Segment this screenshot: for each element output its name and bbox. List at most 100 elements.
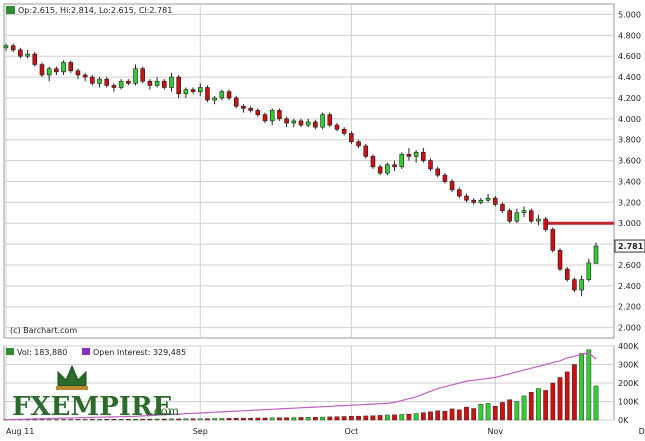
- candle-body: [183, 89, 189, 95]
- volume-bar: [593, 385, 599, 421]
- candle-body: [572, 279, 577, 291]
- price-tick-label: 4.000: [618, 115, 641, 124]
- price-tick-label: 2.400: [618, 282, 641, 291]
- x-axis-label: Dec: [639, 427, 645, 436]
- candle-body: [176, 76, 181, 95]
- volume-bar: [579, 353, 584, 421]
- volume-bar: [550, 382, 556, 421]
- logo-text: FXEMPIRE: [12, 392, 172, 422]
- candle-body: [550, 229, 556, 251]
- volume-tick-label: 400K: [618, 342, 639, 351]
- ohlc-header-swatch: [6, 6, 15, 14]
- candle-body: [10, 45, 16, 51]
- candle-body: [190, 89, 196, 92]
- chart-container: 5.000 4.800 4.600 4.400 4.200 4.000 3.800 3.600…: [0, 0, 645, 441]
- candle-body: [39, 64, 45, 76]
- oi-legend-text: Open Interest: 329,485: [93, 348, 186, 357]
- candle-body: [90, 76, 95, 84]
- volume-bar: [313, 417, 318, 421]
- volume-bar: [219, 418, 225, 421]
- candle-body: [133, 68, 138, 84]
- candle-body: [262, 114, 268, 122]
- volume-bar: [334, 416, 340, 421]
- price-tick-label: 3.800: [618, 136, 641, 145]
- candle-body: [421, 151, 426, 161]
- price-tick-label: 2.000: [618, 324, 641, 333]
- volume-tick-label: 100K: [618, 398, 639, 407]
- volume-bar: [420, 412, 426, 421]
- candle-body: [485, 197, 491, 201]
- candle-body: [3, 45, 9, 49]
- volume-bar: [291, 417, 297, 421]
- candle-body: [507, 210, 512, 222]
- candle-body: [18, 49, 23, 57]
- candle-body: [413, 151, 419, 157]
- volume-bar: [284, 417, 289, 421]
- volume-bar: [205, 418, 210, 421]
- candle-body: [169, 76, 174, 88]
- price-tick-label: 3.000: [618, 219, 641, 228]
- volume-bar: [399, 414, 405, 421]
- volume-bar: [442, 410, 448, 421]
- x-axis-label: Nov: [487, 427, 503, 436]
- x-axis-label: Aug 11: [6, 427, 34, 436]
- candle-body: [536, 218, 541, 222]
- volume-bar: [327, 416, 333, 421]
- candle-body: [111, 85, 117, 88]
- volume-bar: [248, 417, 253, 421]
- candle-body: [68, 62, 74, 72]
- candle-body: [284, 118, 289, 124]
- candle-body: [118, 80, 124, 88]
- candle-body: [557, 250, 563, 270]
- volume-bar: [298, 417, 304, 421]
- candle-body: [593, 245, 599, 264]
- candle-body: [32, 53, 38, 65]
- candle-body: [277, 110, 282, 120]
- volume-bar: [471, 408, 477, 421]
- volume-bar: [521, 395, 527, 421]
- price-tick-label: 4.800: [618, 31, 641, 40]
- candle-body: [269, 110, 275, 122]
- candle-body: [334, 124, 340, 130]
- volume-bar: [464, 406, 469, 421]
- volume-bar: [456, 409, 462, 421]
- volume-legend-swatch: [6, 348, 14, 355]
- candle-body: [327, 114, 333, 126]
- candle-body: [248, 108, 253, 111]
- volume-bar: [514, 401, 520, 421]
- logo-suffix: .com: [150, 404, 180, 418]
- candle-body: [500, 204, 505, 211]
- candle-body: [46, 68, 52, 76]
- candle-body: [377, 166, 383, 174]
- candle-body: [449, 181, 455, 191]
- candle-body: [255, 110, 261, 115]
- price-tick-label: 5.000: [618, 10, 641, 19]
- volume-bar: [536, 388, 541, 421]
- volume-bar: [255, 417, 261, 421]
- volume-bar: [564, 371, 570, 421]
- price-tick-label: 3.600: [618, 157, 641, 166]
- last-price-label: 2.781: [618, 242, 644, 251]
- candle-body: [97, 78, 102, 84]
- candle-body: [320, 114, 325, 128]
- candle-body: [514, 212, 520, 222]
- candle-body: [457, 189, 462, 197]
- volume-bar: [377, 415, 383, 421]
- candle-body: [298, 120, 304, 126]
- volume-tick-label: 200K: [618, 379, 639, 388]
- volume-bar: [392, 414, 397, 421]
- candle-body: [226, 91, 232, 99]
- candle-body: [370, 156, 376, 168]
- volume-bar: [269, 417, 275, 421]
- candle-body: [61, 62, 66, 73]
- volume-bar: [233, 418, 239, 421]
- candle-body: [313, 121, 318, 128]
- volume-legend-text: Vol: 183,880: [17, 348, 67, 357]
- volume-bar: [384, 414, 390, 421]
- candle-body: [233, 97, 239, 107]
- price-tick-label: 3.400: [618, 177, 641, 186]
- volume-bar: [557, 377, 563, 421]
- oi-legend-swatch: [82, 348, 90, 355]
- volume-bar: [320, 416, 325, 421]
- volume-bar: [543, 390, 548, 421]
